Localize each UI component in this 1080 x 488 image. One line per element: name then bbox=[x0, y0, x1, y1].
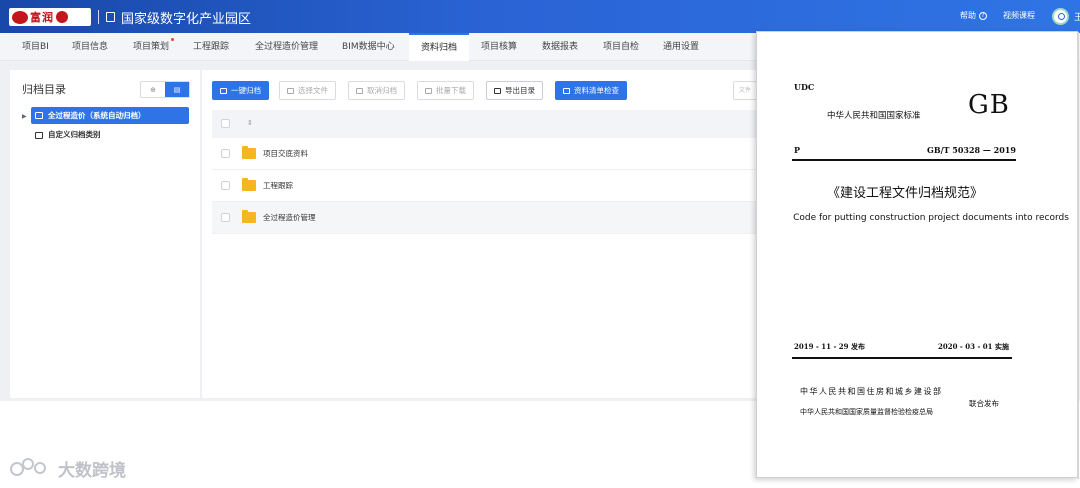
file-search-input[interactable]: 文件 bbox=[733, 81, 757, 100]
tab-label: 项目策划 bbox=[133, 42, 170, 52]
tab-self-check[interactable]: 项目自检 bbox=[603, 33, 639, 61]
publisher-aqsiq: 中华人民共和国国家质量监督检验检疫总局 bbox=[800, 408, 933, 416]
tab-project-info[interactable]: 项目信息 bbox=[72, 33, 108, 61]
button-label: 取消归档 bbox=[367, 86, 397, 95]
folder-icon bbox=[242, 178, 256, 191]
tree-view-button[interactable]: ⊕ bbox=[141, 82, 165, 97]
watermark-text: 大数跨境 bbox=[58, 461, 126, 481]
export-catalog-button[interactable]: 导出目录 bbox=[486, 81, 543, 100]
row-name[interactable]: 全过程造价管理 bbox=[263, 212, 316, 223]
issue-date: 2019 - 11 - 29 发布 bbox=[794, 342, 865, 351]
tree-item-auto-archive[interactable]: 全过程造价（系统自动归档） bbox=[31, 107, 189, 124]
caret-right-icon[interactable]: ▶ bbox=[22, 113, 27, 120]
video-course-link[interactable]: 视频课程 bbox=[1003, 10, 1035, 21]
avatar[interactable] bbox=[1052, 8, 1069, 25]
tree-item-label: 全过程造价（系统自动归档） bbox=[48, 111, 146, 120]
p-code: P bbox=[794, 145, 801, 155]
table-header: ⇕ bbox=[212, 110, 757, 138]
row-checkbox[interactable] bbox=[221, 213, 230, 222]
button-label: 一键归档 bbox=[231, 86, 261, 95]
folder-outline-icon bbox=[35, 112, 43, 119]
date-rule bbox=[792, 357, 1012, 359]
button-label: 导出目录 bbox=[505, 86, 535, 95]
standard-document-overlay: UDC 中华人民共和国国家标准 GB P GB/T 50328 — 2019 《… bbox=[756, 31, 1079, 479]
tab-project-bi[interactable]: 项目BI bbox=[22, 33, 49, 61]
archive-icon bbox=[220, 87, 227, 94]
document-title-cn: 《建设工程文件归档规范》 bbox=[826, 186, 983, 201]
help-circle-icon[interactable]: ? bbox=[979, 11, 987, 20]
gb-mark: GB bbox=[968, 90, 1010, 120]
sidebar-title: 归档目录 bbox=[22, 83, 66, 96]
sort-icon[interactable]: ⇕ bbox=[247, 119, 253, 127]
table-row[interactable]: 项目交底资料 bbox=[212, 138, 757, 170]
row-name[interactable]: 项目交底资料 bbox=[263, 148, 308, 159]
udc-label: UDC bbox=[794, 82, 815, 92]
national-standard-header: 中华人民共和国国家标准 bbox=[827, 111, 921, 121]
publisher-ministry: 中华人民共和国住房和城乡建设部 bbox=[800, 387, 943, 396]
archive-sidebar: 归档目录 ⊕ ▤ ▶ 全过程造价（系统自动归档） 自定义归档类别 bbox=[10, 70, 200, 398]
tab-engineering-tracking[interactable]: 工程跟踪 bbox=[193, 33, 229, 61]
archive-main-panel: 一键归档 选择文件 取消归档 批量下载 导出目录 资料清单检查 文件 ⇕ 项目交… bbox=[202, 70, 757, 398]
button-label: 选择文件 bbox=[298, 86, 328, 95]
watermark-logo-icon bbox=[10, 457, 52, 480]
tab-cost-management[interactable]: 全过程造价管理 bbox=[255, 33, 318, 61]
document-title-en: Code for putting construction project do… bbox=[793, 213, 1069, 223]
row-checkbox[interactable] bbox=[221, 149, 230, 158]
cancel-archive-button[interactable]: 取消归档 bbox=[348, 81, 405, 100]
watermark: 大数跨境 bbox=[10, 456, 126, 481]
row-name[interactable]: 工程跟踪 bbox=[263, 180, 293, 191]
logo-text: 富润 bbox=[30, 11, 54, 24]
logo-badge-icon bbox=[56, 11, 68, 23]
tree-item-label: 自定义归档类别 bbox=[48, 130, 101, 139]
help-link[interactable]: 帮助 bbox=[960, 10, 976, 21]
building-icon bbox=[106, 12, 115, 22]
user-check-icon bbox=[563, 87, 570, 94]
header-actions: 帮助 ? 视频课程 bbox=[960, 10, 1035, 21]
button-label: 批量下载 bbox=[436, 86, 466, 95]
tab-data-reports[interactable]: 数据报表 bbox=[542, 33, 578, 61]
cancel-box-icon bbox=[356, 87, 363, 94]
select-all-checkbox[interactable] bbox=[221, 119, 230, 128]
row-checkbox[interactable] bbox=[221, 181, 230, 190]
folder-icon bbox=[242, 146, 256, 159]
list-view-button[interactable]: ▤ bbox=[165, 82, 189, 97]
logo-mark-icon bbox=[12, 10, 28, 24]
joint-publication: 联合发布 bbox=[969, 399, 999, 408]
batch-download-button[interactable]: 批量下载 bbox=[417, 81, 474, 100]
tab-archive[interactable]: 资料归档 bbox=[409, 33, 470, 61]
export-icon bbox=[494, 87, 501, 94]
select-file-button[interactable]: 选择文件 bbox=[279, 81, 336, 100]
header-divider bbox=[98, 10, 99, 24]
implementation-date: 2020 - 03 - 01 实施 bbox=[938, 342, 1009, 351]
header-rule bbox=[792, 159, 1016, 161]
archive-all-button[interactable]: 一键归档 bbox=[212, 81, 269, 100]
top-bar: 富润 国家级数字化产业园区 帮助 ? 视频课程 王 bbox=[0, 0, 1080, 33]
notification-dot bbox=[171, 38, 175, 41]
download-icon bbox=[425, 87, 432, 94]
folder-icon bbox=[242, 210, 256, 223]
table-row[interactable]: 工程跟踪 bbox=[212, 170, 757, 202]
tab-bim-data-center[interactable]: BIM数据中心 bbox=[342, 33, 395, 61]
tree-item-custom-category[interactable]: 自定义归档类别 bbox=[35, 128, 101, 142]
view-toggle: ⊕ ▤ bbox=[140, 81, 190, 98]
tab-general-settings[interactable]: 通用设置 bbox=[663, 33, 699, 61]
folder-outline-icon bbox=[35, 131, 43, 139]
park-title: 国家级数字化产业园区 bbox=[121, 12, 252, 27]
standard-number: GB/T 50328 — 2019 bbox=[927, 145, 1016, 155]
plus-box-icon bbox=[287, 87, 294, 94]
document-edge bbox=[1077, 32, 1079, 479]
user-name[interactable]: 王 bbox=[1074, 10, 1080, 23]
button-label: 资料清单检查 bbox=[574, 86, 619, 95]
tab-project-accounting[interactable]: 项目核算 bbox=[481, 33, 517, 61]
checklist-button[interactable]: 资料清单检查 bbox=[555, 81, 627, 100]
tab-project-planning[interactable]: 项目策划 bbox=[133, 33, 175, 61]
table-row[interactable]: 全过程造价管理 bbox=[212, 202, 757, 234]
company-logo[interactable]: 富润 bbox=[9, 8, 91, 26]
